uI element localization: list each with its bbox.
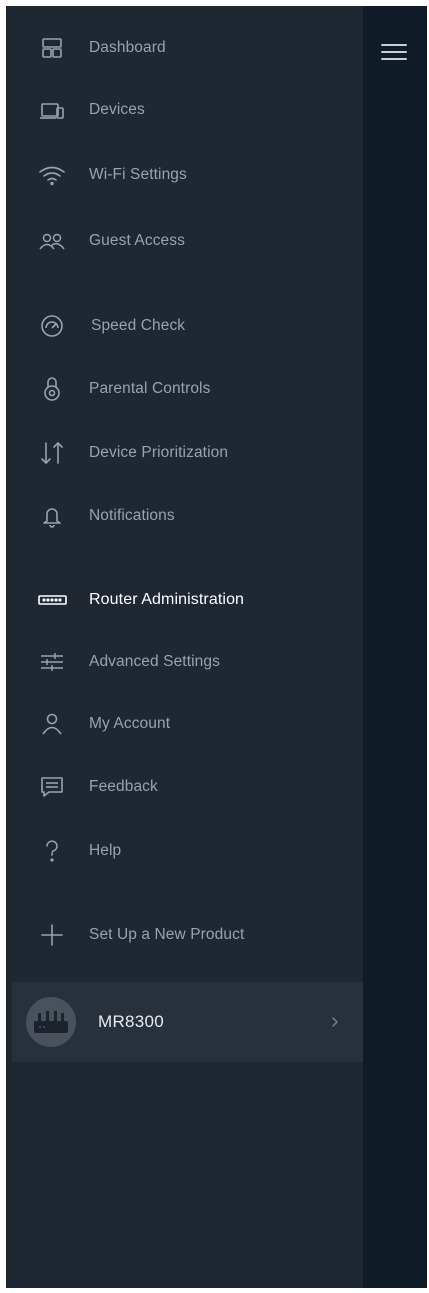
feedback-icon — [36, 771, 68, 803]
menu-item-devices[interactable]: Devices — [6, 90, 363, 130]
navigation-drawer: Dashboard Devices Wi-Fi Settings Guest A… — [6, 6, 363, 1288]
wifi-icon — [36, 159, 68, 191]
menu-item-dashboard[interactable]: Dashboard — [6, 28, 363, 68]
menu-item-guest-access[interactable]: Guest Access — [6, 221, 363, 261]
help-icon — [36, 835, 68, 867]
menu-item-label: Set Up a New Product — [89, 926, 245, 943]
menu-item-label: Guest Access — [89, 232, 185, 249]
app-frame: Dashboard Devices Wi-Fi Settings Guest A… — [6, 6, 427, 1288]
devices-icon — [36, 94, 68, 126]
menu-item-label: Device Prioritization — [89, 444, 229, 461]
menu-item-device-prioritization[interactable]: Device Prioritization — [6, 433, 363, 473]
plus-icon — [36, 919, 68, 951]
dashboard-icon — [36, 32, 68, 64]
menu-item-label: Parental Controls — [89, 380, 211, 397]
guest-access-icon — [36, 225, 68, 257]
menu-item-help[interactable]: Help — [6, 831, 363, 871]
bell-icon — [36, 500, 68, 532]
menu-item-parental-controls[interactable]: Parental Controls — [6, 369, 363, 409]
menu-item-feedback[interactable]: Feedback — [6, 767, 363, 807]
menu-item-router-administration[interactable]: Router Administration — [6, 580, 363, 620]
sliders-icon — [36, 646, 68, 678]
router-icon — [36, 584, 68, 616]
chevron-right-icon — [330, 1014, 340, 1030]
menu-item-my-account[interactable]: My Account — [6, 704, 363, 744]
menu-item-speed-check[interactable]: Speed Check — [6, 306, 363, 346]
prioritization-arrows-icon — [36, 437, 68, 469]
device-name: MR8300 — [98, 1012, 165, 1031]
parental-controls-icon — [36, 373, 68, 405]
menu-item-label: Speed Check — [91, 317, 186, 334]
menu-item-wifi-settings[interactable]: Wi-Fi Settings — [6, 155, 363, 195]
hamburger-icon[interactable] — [381, 42, 407, 62]
menu-item-label: Router Administration — [89, 591, 245, 608]
menu-item-set-up-new-product[interactable]: Set Up a New Product — [6, 915, 363, 955]
router-device-image — [26, 997, 76, 1047]
menu-item-label: Notifications — [89, 507, 175, 524]
menu-item-label: Help — [89, 842, 122, 859]
menu-item-label: Feedback — [89, 778, 158, 795]
menu-item-label: Wi-Fi Settings — [89, 166, 187, 183]
menu-item-notifications[interactable]: Notifications — [6, 496, 363, 536]
menu-item-advanced-settings[interactable]: Advanced Settings — [6, 642, 363, 682]
menu-item-label: My Account — [89, 715, 171, 732]
menu-item-label: Advanced Settings — [89, 653, 220, 670]
user-icon — [36, 708, 68, 740]
device-selector-row[interactable]: MR8300 — [12, 982, 363, 1062]
menu-item-label: Dashboard — [89, 39, 166, 56]
speedometer-icon — [36, 310, 68, 342]
menu-item-label: Devices — [89, 101, 145, 118]
